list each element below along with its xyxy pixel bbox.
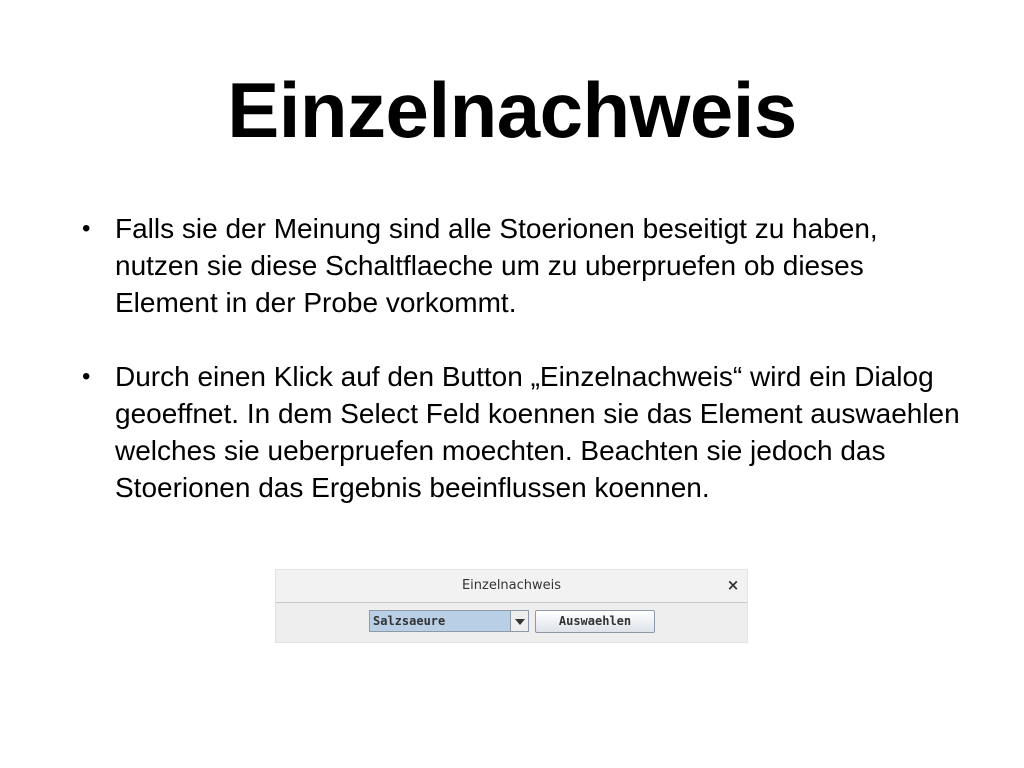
einzelnachweis-dialog: Einzelnachweis × Salzsaeure Auswaehlen (275, 569, 748, 643)
select-button[interactable]: Auswaehlen (535, 610, 655, 633)
bullet-marker: • (82, 215, 91, 242)
close-icon[interactable]: × (726, 576, 740, 594)
bullet-item: • Durch einen Klick auf den Button „Einz… (82, 358, 962, 506)
bullet-list: • Falls sie der Meinung sind alle Stoeri… (82, 210, 962, 543)
dialog-titlebar[interactable]: Einzelnachweis × (276, 570, 747, 603)
element-select[interactable]: Salzsaeure (369, 610, 529, 632)
bullet-text: Durch einen Klick auf den Button „Einzel… (115, 361, 960, 503)
chevron-down-icon[interactable] (510, 611, 528, 631)
slide-title: Einzelnachweis (227, 66, 797, 154)
bullet-item: • Falls sie der Meinung sind alle Stoeri… (82, 210, 962, 321)
bullet-marker: • (82, 363, 91, 390)
dialog-title: Einzelnachweis (461, 578, 562, 593)
bullet-text: Falls sie der Meinung sind alle Stoerion… (115, 213, 878, 318)
dialog-body: Salzsaeure Auswaehlen (276, 603, 747, 643)
select-value[interactable]: Salzsaeure (370, 611, 510, 631)
